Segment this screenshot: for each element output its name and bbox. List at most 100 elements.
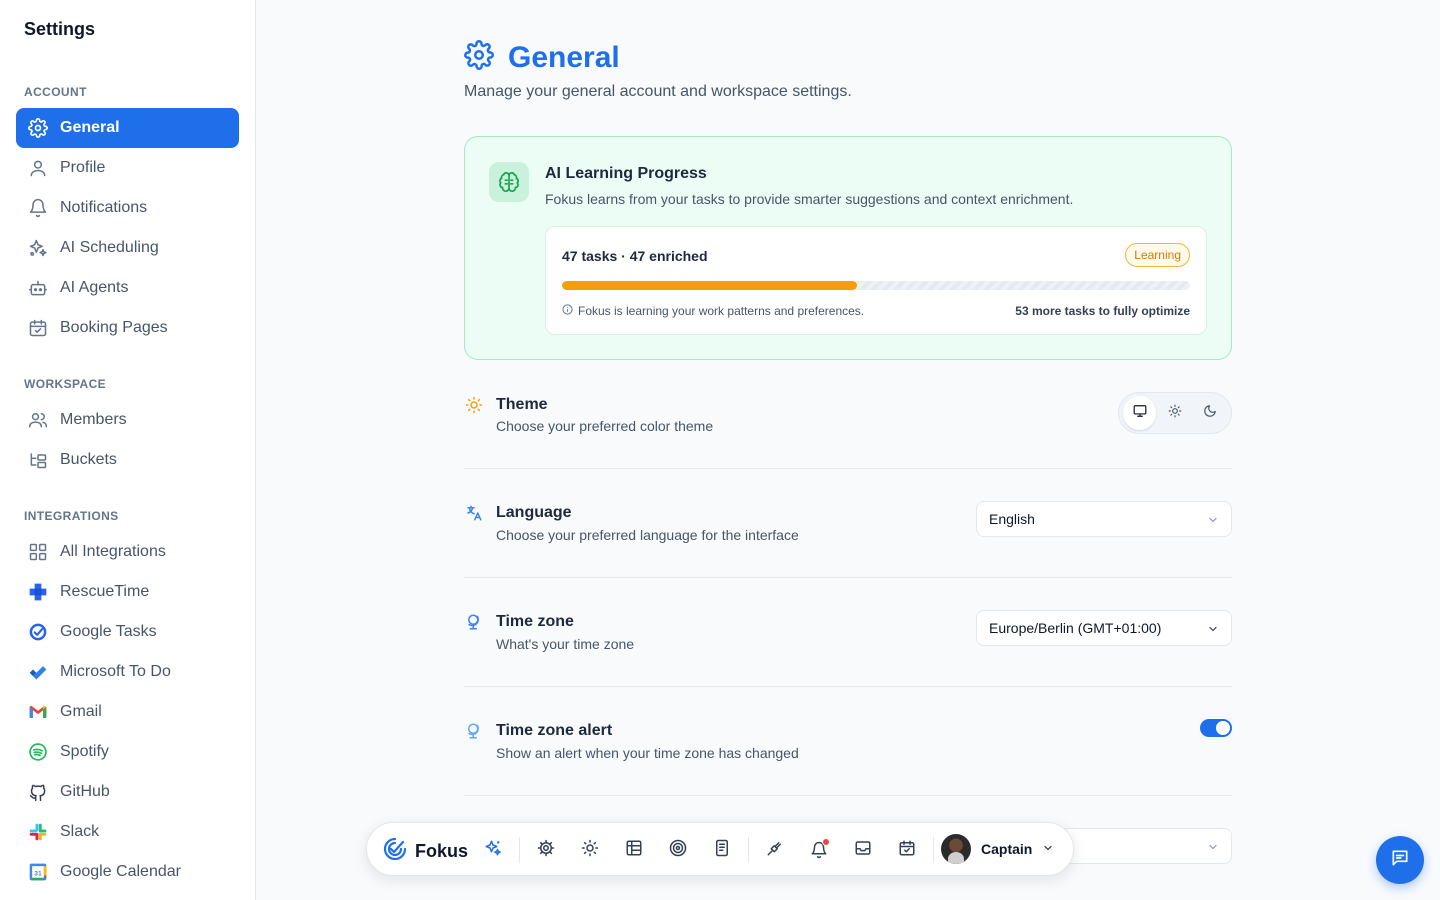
- brand-name: Fokus: [415, 841, 469, 861]
- sidebar-item-buckets[interactable]: Buckets: [16, 440, 239, 480]
- ai-card-description: Fokus learns from your tasks to provide …: [545, 191, 1074, 207]
- dock-divider: [748, 837, 749, 863]
- sidebar-item-label: Buckets: [60, 451, 117, 468]
- sidebar-item-label: GitHub: [60, 783, 110, 800]
- microsoft-todo-logo-icon: [28, 662, 48, 682]
- sidebar-item-ai-scheduling[interactable]: AI Scheduling: [16, 228, 239, 268]
- sun-icon: [581, 839, 599, 862]
- sidebar-item-notifications[interactable]: Notifications: [16, 188, 239, 228]
- learning-note-text: Fokus is learning your work patterns and…: [578, 304, 865, 318]
- section-label-account: ACCOUNT: [24, 85, 87, 99]
- gear-icon: [464, 40, 494, 75]
- dock-integrations-button[interactable]: [764, 839, 786, 861]
- monitor-icon: [1133, 404, 1147, 423]
- page-subtitle: Manage your general account and workspac…: [464, 83, 852, 100]
- language-title: Language: [496, 504, 572, 521]
- dock-board-button[interactable]: [623, 839, 645, 861]
- dock-inbox-button[interactable]: [852, 839, 874, 861]
- sidebar-item-rescuetime[interactable]: RescueTime: [16, 572, 239, 612]
- moon-icon: [1203, 404, 1217, 423]
- dock-notes-button[interactable]: [711, 839, 733, 861]
- ai-learning-card: AI Learning Progress Fokus learns from y…: [464, 136, 1232, 360]
- spotify-logo-icon: [28, 742, 48, 762]
- chevron-down-icon: [1042, 841, 1054, 857]
- plug-icon: [766, 839, 784, 862]
- section-label-integrations: INTEGRATIONS: [24, 509, 119, 523]
- timezone-alert-setting-row: Time zone alert Show an alert when your …: [464, 687, 1232, 796]
- sidebar-item-all-integrations[interactable]: All Integrations: [16, 532, 239, 572]
- sidebar-item-profile[interactable]: Profile: [16, 148, 239, 188]
- toggle-knob: [1216, 721, 1230, 735]
- user-name: Captain: [981, 841, 1033, 857]
- ai-assistant-button[interactable]: [482, 839, 504, 861]
- fokus-brand[interactable]: Fokus: [383, 837, 468, 866]
- sidebar-item-booking-pages[interactable]: Booking Pages: [16, 308, 239, 348]
- sidebar-item-label: Profile: [60, 159, 106, 176]
- dock-settings-button[interactable]: [535, 839, 557, 861]
- sidebar-item-general[interactable]: General: [16, 108, 239, 148]
- sidebar-item-spotify[interactable]: Spotify: [16, 732, 239, 772]
- progress-bar-fill: [562, 281, 858, 290]
- chevron-down-icon: [1207, 622, 1219, 638]
- sidebar-item-label: Microsoft To Do: [60, 663, 171, 680]
- timezone-select-value: Europe/Berlin (GMT+01:00): [989, 620, 1162, 636]
- user-menu[interactable]: Captain: [941, 834, 1054, 864]
- theme-system-button[interactable]: [1123, 396, 1157, 430]
- gear-icon: [28, 118, 48, 138]
- ai-card-title: AI Learning Progress: [545, 165, 707, 182]
- sidebar-item-gmail[interactable]: Gmail: [16, 692, 239, 732]
- sidebar-title: Settings: [24, 19, 96, 39]
- fokus-logo-icon: [383, 837, 407, 866]
- theme-switcher: [1118, 392, 1232, 434]
- sidebar-item-slack[interactable]: Slack: [16, 812, 239, 852]
- sidebar-item-label: AI Scheduling: [60, 239, 159, 256]
- theme-description: Choose your preferred color theme: [496, 418, 714, 434]
- rescuetime-logo-icon: [28, 582, 48, 602]
- theme-light-button[interactable]: [1158, 396, 1191, 430]
- chevron-down-icon: [1207, 513, 1219, 529]
- brain-icon: [489, 162, 529, 202]
- sparkles-icon: [484, 839, 502, 862]
- enriched-count: 47 tasks · 47 enriched: [562, 248, 708, 264]
- inbox-icon: [854, 839, 872, 862]
- sun-icon: [464, 395, 484, 415]
- chevron-down-icon: [1207, 840, 1219, 856]
- folder-tree-icon: [28, 450, 48, 470]
- sidebar-item-google-tasks[interactable]: Google Tasks: [16, 612, 239, 652]
- sidebar-item-label: Booking Pages: [60, 319, 168, 336]
- timezone-select[interactable]: Europe/Berlin (GMT+01:00): [976, 610, 1232, 646]
- language-setting-row: Language Choose your preferred language …: [464, 469, 1232, 578]
- settings-sidebar: Settings ACCOUNT General Profile Notific…: [0, 0, 256, 900]
- sidebar-item-microsoft-to-do[interactable]: Microsoft To Do: [16, 652, 239, 692]
- language-select[interactable]: English: [976, 501, 1232, 537]
- dock-notifications-button[interactable]: [808, 838, 830, 861]
- target-icon: [669, 839, 687, 862]
- sidebar-item-members[interactable]: Members: [16, 400, 239, 440]
- theme-dark-button[interactable]: [1194, 396, 1227, 430]
- sidebar-item-label: Google Tasks: [60, 623, 157, 640]
- dock-calendar-button[interactable]: [896, 839, 918, 861]
- notification-dot: [822, 838, 830, 846]
- main-content: General Manage your general account and …: [256, 0, 1440, 900]
- sidebar-item-label: Gmail: [60, 703, 102, 720]
- sidebar-item-github[interactable]: GitHub: [16, 772, 239, 812]
- page-header: General: [464, 40, 620, 75]
- timezone-alert-toggle[interactable]: [1200, 719, 1232, 737]
- language-select-value: English: [989, 511, 1035, 527]
- ai-progress-panel: 47 tasks · 47 enriched Learning Fokus is…: [545, 226, 1207, 335]
- sidebar-item-google-calendar[interactable]: 31 Google Calendar: [16, 852, 239, 892]
- bell-icon: [810, 838, 830, 859]
- sidebar-item-ai-agents[interactable]: AI Agents: [16, 268, 239, 308]
- users-icon: [28, 410, 48, 430]
- layout-board-icon: [625, 839, 643, 862]
- sidebar-item-label: Slack: [60, 823, 100, 840]
- calendar-check-icon: [28, 318, 48, 338]
- chat-support-button[interactable]: [1376, 836, 1424, 884]
- progress-bar: [562, 281, 1190, 290]
- dock-theme-button[interactable]: [579, 839, 601, 861]
- status-badge: Learning: [1125, 243, 1190, 267]
- dock-focus-button[interactable]: [667, 839, 689, 861]
- globe-icon: [464, 612, 484, 632]
- sidebar-item-label: Google Calendar: [60, 863, 181, 880]
- timezone-title: Time zone: [496, 613, 574, 630]
